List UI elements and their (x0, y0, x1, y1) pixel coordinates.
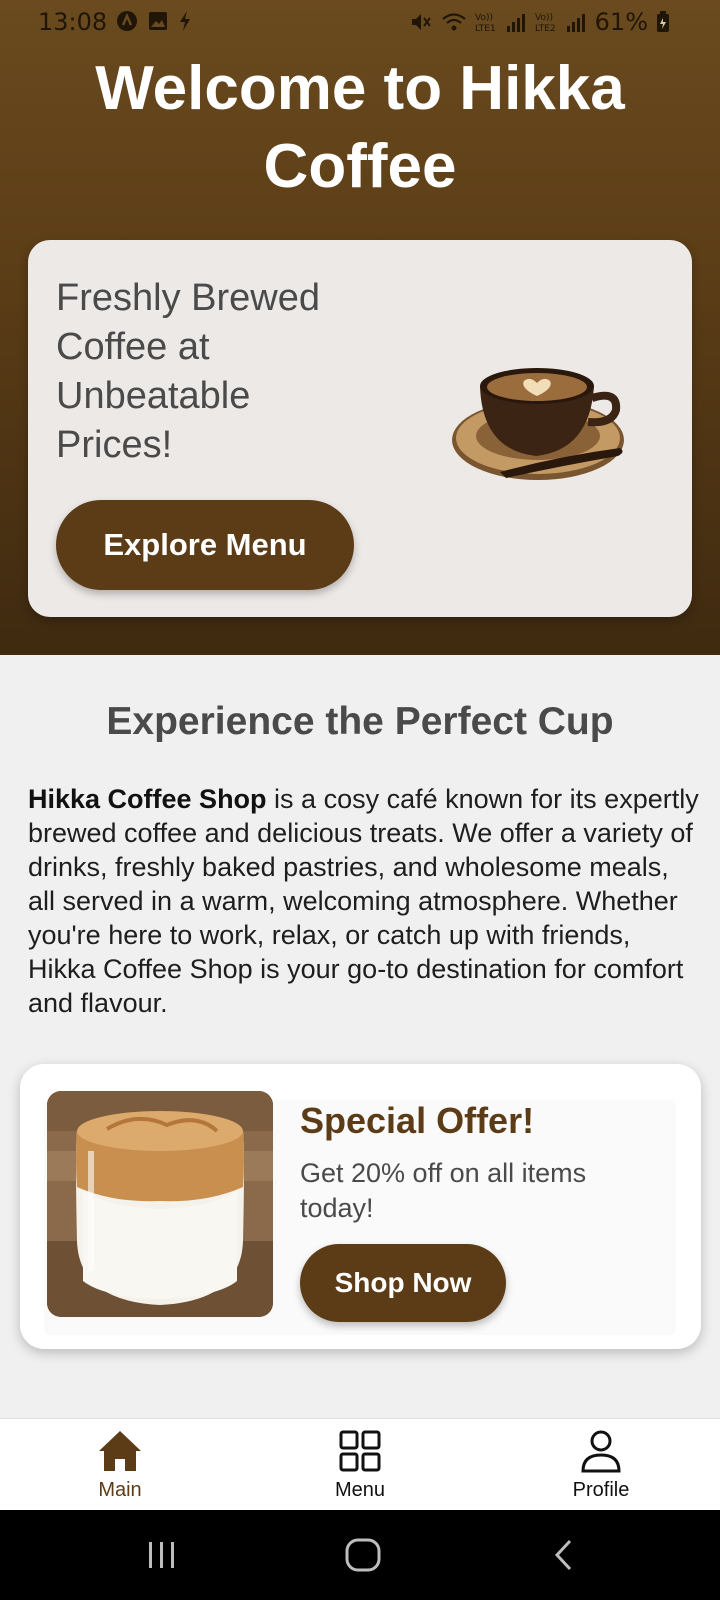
battery-icon (657, 11, 669, 32)
charging-icon (180, 11, 190, 31)
wifi-icon (441, 13, 466, 31)
person-icon (581, 1430, 621, 1473)
battery-percent: 61% (594, 8, 648, 36)
status-left-icons (116, 10, 192, 32)
bottom-nav: Main Menu Profile (0, 1418, 720, 1510)
nav-item-menu[interactable]: Menu (290, 1429, 430, 1507)
svg-text:Vo)): Vo)) (535, 13, 553, 23)
app-notification-icon (117, 11, 137, 31)
welcome-title: Welcome to Hikka Coffee (95, 54, 625, 201)
nav-label-menu: Menu (334, 1479, 386, 1501)
hero-card: Freshly Brewed Coffee at Unbeatable Pric… (28, 240, 692, 617)
about-text: is a cosy café known for its expertly br… (28, 784, 699, 1018)
offer-title: Special Offer! (300, 1100, 535, 1141)
nav-item-profile[interactable]: Profile (531, 1429, 671, 1507)
recent-apps-icon[interactable] (146, 1540, 178, 1570)
mute-icon (411, 14, 431, 30)
hero-card-text: Freshly Brewed Coffee at Unbeatable Pric… (56, 277, 320, 466)
gallery-icon (149, 12, 167, 30)
nav-label-profile: Profile (572, 1479, 630, 1501)
brand-name: Hikka Coffee Shop (28, 784, 267, 814)
offer-subtitle: Get 20% off on all items today! (300, 1158, 587, 1223)
status-right-icons: Vo)) LTE1 Vo)) LTE2 61% (409, 8, 670, 36)
about-description: Hikka Coffee Shop is a cosy café known f… (28, 782, 700, 1020)
svg-text:LTE1: LTE1 (475, 24, 496, 34)
back-icon[interactable] (552, 1538, 576, 1572)
signal-lte2-icon: Vo)) LTE2 (535, 13, 585, 34)
system-navigation-bar (0, 1510, 720, 1600)
status-time: 13:08 (38, 8, 108, 36)
explore-menu-button[interactable]: Explore Menu (56, 500, 354, 590)
coffee-cup-image (452, 368, 624, 480)
home-icon (99, 1431, 141, 1471)
signal-lte1-icon: Vo)) LTE1 (475, 13, 525, 34)
hero-section: 13:08 Vo)) LTE1 Vo)) LTE2 61% Welcome to… (0, 0, 720, 655)
home-circle-icon[interactable] (345, 1538, 381, 1572)
special-offer-card: Special Offer! Get 20% off on all items … (20, 1064, 701, 1349)
section-title: Experience the Perfect Cup (106, 700, 614, 743)
grid-icon (339, 1430, 381, 1472)
nav-label-main: Main (98, 1479, 142, 1501)
status-bar: 13:08 Vo)) LTE1 Vo)) LTE2 61% (0, 0, 720, 46)
svg-text:LTE2: LTE2 (535, 24, 556, 34)
shop-now-button[interactable]: Shop Now (300, 1244, 506, 1322)
dalgona-coffee-image (47, 1091, 273, 1317)
nav-item-main[interactable]: Main (50, 1429, 190, 1507)
svg-text:Vo)): Vo)) (475, 13, 493, 23)
